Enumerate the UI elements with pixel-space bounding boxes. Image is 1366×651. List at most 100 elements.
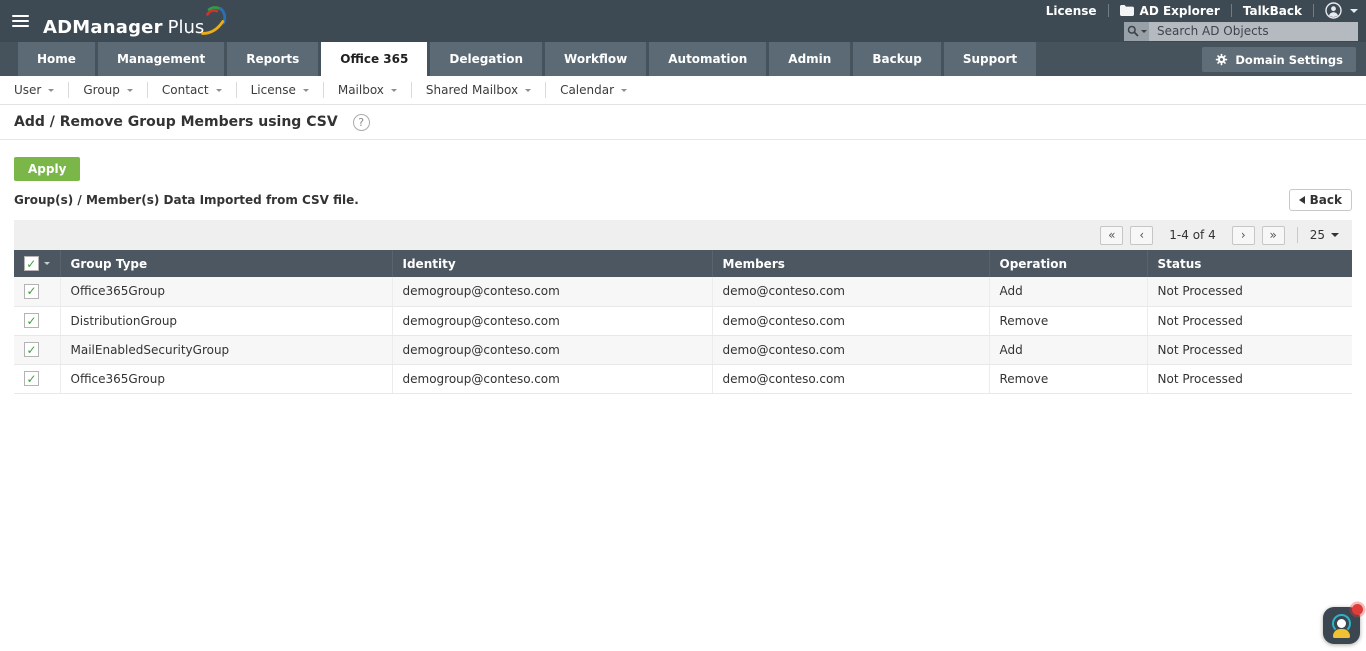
cell-members: demo@conteso.com (712, 277, 990, 307)
tab-backup[interactable]: Backup (853, 42, 941, 76)
checkmark-icon: ✓ (26, 313, 37, 328)
person-body-icon (1333, 629, 1350, 638)
chevron-down-icon (302, 89, 309, 92)
cell-operation: Remove (989, 306, 1148, 336)
row-checkbox[interactable]: ✓ (24, 313, 39, 328)
submenu-item-group[interactable]: Group (69, 82, 148, 98)
cell-operation: Add (989, 335, 1148, 365)
chevron-down-icon (621, 89, 628, 92)
search-input[interactable] (1149, 21, 1358, 41)
page-title: Add / Remove Group Members using CSV (14, 114, 338, 130)
cell-operation: Add (989, 277, 1148, 307)
row-checkbox[interactable]: ✓ (24, 342, 39, 357)
cell-group-type: MailEnabledSecurityGroup (60, 335, 393, 365)
search-box (1124, 21, 1358, 41)
tab-automation[interactable]: Automation (649, 42, 767, 76)
row-select-cell: ✓ (14, 335, 61, 365)
tab-admin[interactable]: Admin (769, 42, 851, 76)
column-header-members[interactable]: Members (712, 250, 990, 277)
chevron-down-icon (390, 89, 397, 92)
page-size-value: 25 (1309, 228, 1325, 242)
next-page-button[interactable]: › (1231, 225, 1255, 245)
last-page-button[interactable]: » (1261, 225, 1285, 245)
back-button[interactable]: Back (1288, 189, 1352, 211)
table-body: ✓ Office365Group demogroup@conteso.com demo… (14, 277, 1352, 394)
section-heading: Group(s) / Member(s) Data Imported from … (14, 193, 359, 207)
tab-management[interactable]: Management (97, 42, 225, 76)
csv-import-table: ✓ Group Type Identity Members Operation Stat… (14, 250, 1352, 394)
table-header-row: ✓ Group Type Identity Members Operation Stat… (14, 250, 1352, 277)
tab-home[interactable]: Home (18, 42, 95, 76)
prev-page-button[interactable]: ‹ (1130, 225, 1154, 245)
row-select-cell: ✓ (14, 306, 61, 336)
hamburger-menu-icon[interactable] (10, 11, 31, 31)
header-left: ADManager Plus (10, 4, 227, 38)
submenu-label: Shared Mailbox (425, 83, 519, 97)
page-title-row: Add / Remove Group Members using CSV ? (0, 105, 1366, 140)
talkback-link[interactable]: TalkBack (1243, 4, 1302, 18)
tab-reports[interactable]: Reports (227, 42, 319, 76)
table-row: ✓ MailEnabledSecurityGroup demogroup@conte… (14, 335, 1352, 365)
column-header-identity[interactable]: Identity (392, 250, 713, 277)
submenu-label: Contact (161, 83, 209, 97)
cell-identity: demogroup@conteso.com (392, 277, 713, 307)
submenu-item-mailbox[interactable]: Mailbox (324, 82, 412, 98)
pagination-bar: « ‹ 1-4 of 4 › » 25 (14, 220, 1352, 250)
cell-members: demo@conteso.com (712, 306, 990, 336)
cell-status: Not Processed (1147, 364, 1352, 394)
user-menu[interactable] (1325, 2, 1358, 19)
select-all-checkbox[interactable]: ✓ (24, 256, 39, 271)
cell-status: Not Processed (1147, 277, 1352, 307)
notification-badge (1352, 604, 1363, 615)
top-links: License AD Explorer TalkBack (1046, 2, 1358, 19)
help-icon[interactable]: ? (352, 113, 370, 131)
table-row: ✓ Office365Group demogroup@conteso.com demo… (14, 277, 1352, 307)
cell-members: demo@conteso.com (712, 364, 990, 394)
page-size-dropdown[interactable]: 25 (1310, 228, 1343, 242)
tab-office-365[interactable]: Office 365 (321, 42, 428, 76)
column-header-status[interactable]: Status (1147, 250, 1352, 277)
table-row: ✓ DistributionGroup demogroup@conteso.com d… (14, 306, 1352, 336)
section-row: Group(s) / Member(s) Data Imported from … (14, 188, 1352, 212)
checkbox-dropdown-caret-icon[interactable] (43, 262, 50, 265)
cell-identity: demogroup@conteso.com (392, 364, 713, 394)
main-nav: Home Management Reports Office 365 Delegatio… (0, 42, 1366, 76)
checkmark-icon: ✓ (26, 256, 37, 271)
chevron-down-icon (126, 89, 133, 92)
office365-submenu: User Group Contact License Mailbox Shared Mai… (0, 76, 1366, 105)
nav-tabs: Home Management Reports Office 365 Delegatio… (18, 42, 1039, 76)
domain-settings-label: Domain Settings (1235, 52, 1343, 67)
divider (1313, 4, 1314, 17)
submenu-item-shared-mailbox[interactable]: Shared Mailbox (412, 82, 547, 98)
submenu-item-calendar[interactable]: Calendar (546, 82, 641, 98)
back-label: Back (1309, 193, 1342, 207)
tab-delegation[interactable]: Delegation (430, 42, 543, 76)
app-logo[interactable]: ADManager Plus (43, 4, 227, 38)
submenu-label: License (250, 83, 296, 97)
gear-icon (1216, 53, 1228, 66)
search-scope-button[interactable] (1124, 21, 1149, 41)
tab-workflow[interactable]: Workflow (545, 42, 647, 76)
ad-explorer-link[interactable]: AD Explorer (1119, 4, 1220, 18)
column-header-operation[interactable]: Operation (989, 250, 1148, 277)
domain-settings-button[interactable]: Domain Settings (1202, 47, 1356, 72)
column-header-group-type[interactable]: Group Type (60, 250, 393, 277)
tab-support[interactable]: Support (943, 42, 1037, 76)
submenu-item-contact[interactable]: Contact (148, 82, 237, 98)
chat-widget[interactable] (1323, 604, 1363, 644)
logo-swoosh-icon (201, 6, 227, 35)
chevron-down-icon (1350, 8, 1358, 13)
cell-members: demo@conteso.com (712, 335, 990, 365)
cell-group-type: Office365Group (60, 277, 393, 307)
cell-status: Not Processed (1147, 306, 1352, 336)
chevron-down-icon (1140, 29, 1147, 33)
apply-button[interactable]: Apply (14, 157, 81, 181)
license-link[interactable]: License (1046, 4, 1097, 18)
submenu-item-user[interactable]: User (14, 82, 70, 98)
cell-identity: demogroup@conteso.com (392, 335, 713, 365)
row-checkbox[interactable]: ✓ (24, 283, 39, 299)
row-checkbox[interactable]: ✓ (24, 371, 39, 386)
cell-operation: Remove (989, 364, 1148, 394)
submenu-item-license[interactable]: License (237, 82, 324, 98)
first-page-button[interactable]: « (1100, 225, 1124, 245)
